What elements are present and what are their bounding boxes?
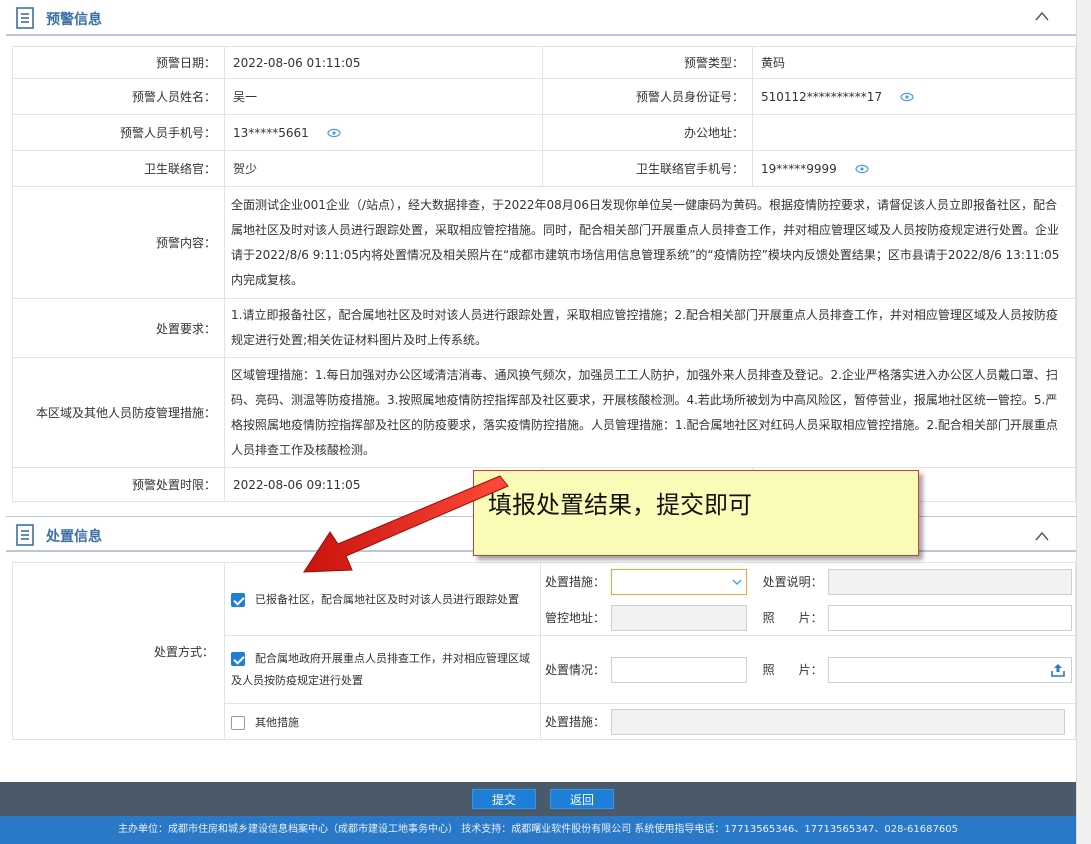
person-phone-value: 13*****5661: [233, 125, 309, 140]
warning-info-table: 预警日期： 2022-08-06 01:11:05 预警类型： 黄码 预警人员姓…: [12, 46, 1076, 502]
deadline-label: 预警处置时限：: [12, 467, 225, 502]
person-name-value: 吴一: [224, 78, 543, 115]
warning-section-title: 预警信息: [46, 12, 102, 28]
option3-fields: 处置措施：: [540, 703, 1076, 740]
note-input[interactable]: [828, 568, 1073, 595]
option2-label: 配合属地政府开展重点人员排查工作，并对相应管理区域及人员按防疫规定进行处置: [231, 651, 530, 687]
person-id-cell: 510112**********17: [752, 78, 1076, 115]
measures-label: 本区域及其他人员防疫管理措施：: [12, 357, 225, 468]
address-input[interactable]: [610, 604, 747, 631]
warning-type-value: 黄码: [752, 46, 1076, 79]
chevron-down-icon: [732, 579, 742, 585]
person-name-label: 预警人员姓名：: [12, 78, 225, 115]
callout-text: 填报处置结果，提交即可: [488, 491, 752, 519]
callout-box: 填报处置结果，提交即可: [473, 470, 919, 556]
action-bar: 提交 返回: [0, 782, 1076, 816]
disposal-form-table: 处置方式： 已报备社区，配合属地社区及时对该人员进行跟踪处置 处置措施： 处置说…: [12, 562, 1076, 740]
photo-label: 照 片：: [762, 610, 823, 625]
document-icon: [16, 7, 34, 29]
option1-checkbox[interactable]: [231, 593, 245, 607]
warning-content-label: 预警内容：: [12, 186, 225, 299]
liaison-value: 贺少: [224, 150, 543, 187]
warning-date-label: 预警日期：: [12, 46, 225, 79]
submit-button[interactable]: 提交: [472, 789, 536, 809]
situation-input[interactable]: [610, 656, 747, 683]
eye-icon[interactable]: [900, 92, 914, 102]
disposal-requirement-value: 1.请立即报备社区，配合属地社区及时对该人员进行跟踪处置，采取相应管控措施；2.…: [224, 298, 1076, 358]
photo-input[interactable]: [828, 604, 1073, 631]
disposal-requirement-label: 处置要求：: [12, 298, 225, 358]
measures-value: 区域管理措施：1.每日加强对办公区域清洁消毒、通风换气频次，加强员工工人防护，加…: [224, 357, 1076, 468]
option3-checkbox[interactable]: [231, 715, 245, 730]
photo-upload-input[interactable]: [828, 656, 1073, 683]
option2-cell: 配合属地政府开展重点人员排查工作，并对相应管理区域及人员按防疫规定进行处置: [224, 635, 541, 704]
person-phone-cell: 13*****5661: [224, 114, 543, 151]
liaison-label: 卫生联络官：: [12, 150, 225, 187]
upload-icon[interactable]: [1051, 663, 1066, 677]
eye-icon[interactable]: [327, 128, 341, 138]
option2-checkbox[interactable]: [231, 651, 245, 666]
option1-label: 已报备社区，配合属地社区及时对该人员进行跟踪处置: [255, 593, 519, 606]
address-label: 管控地址：: [545, 610, 606, 625]
option3-cell: 其他措施: [224, 703, 541, 740]
office-address-value: [752, 114, 1076, 151]
measure-label: 处置措施：: [545, 574, 606, 589]
liaison-phone-label: 卫生联络官手机号：: [542, 150, 753, 187]
back-button[interactable]: 返回: [550, 789, 614, 809]
measure2-input[interactable]: [610, 708, 1065, 735]
option2-fields: 处置情况： 照 片：: [540, 635, 1076, 704]
liaison-phone-cell: 19*****9999: [752, 150, 1076, 187]
warning-date-value: 2022-08-06 01:11:05: [224, 46, 543, 79]
warning-content-value: 全面测试企业001企业（/站点），经大数据排查，于2022年08月06日发现你单…: [224, 186, 1076, 299]
option1-fields: 处置措施： 处置说明： 管控地址： 照 片：: [540, 562, 1076, 636]
measure2-label: 处置措施：: [545, 715, 606, 729]
office-address-label: 办公地址：: [542, 114, 753, 151]
document-icon: [16, 524, 34, 546]
person-id-value: 510112**********17: [761, 89, 883, 104]
vertical-scrollbar[interactable]: [1076, 0, 1091, 844]
chevron-up-icon[interactable]: [1034, 529, 1050, 543]
person-id-label: 预警人员身份证号：: [542, 78, 753, 115]
warning-type-label: 预警类型：: [542, 46, 753, 79]
note-label: 处置说明：: [762, 574, 823, 589]
situation-label: 处置情况：: [545, 663, 606, 677]
measure-select[interactable]: [610, 568, 747, 595]
chevron-up-icon[interactable]: [1034, 9, 1050, 23]
liaison-phone-value: 19*****9999: [761, 161, 837, 176]
warning-section-header: 预警信息: [6, 0, 1076, 36]
disposal-section-title: 处置信息: [46, 529, 102, 545]
person-phone-label: 预警人员手机号：: [12, 114, 225, 151]
eye-icon[interactable]: [855, 164, 869, 174]
option3-label: 其他措施: [255, 715, 299, 729]
photo-label: 照 片：: [762, 663, 823, 677]
footer-info: 主办单位：成都市住房和城乡建设信息档案中心（成都市建设工地事务中心） 技术支持：…: [0, 816, 1076, 844]
red-arrow-icon: [303, 475, 509, 573]
disposal-method-label: 处置方式：: [12, 562, 225, 740]
